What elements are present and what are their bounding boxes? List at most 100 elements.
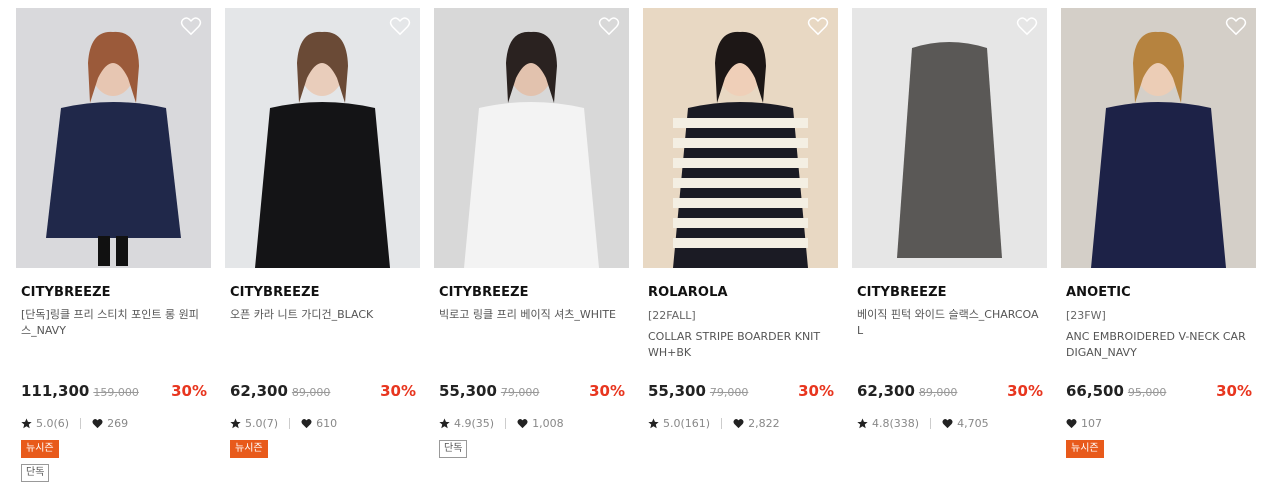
star-icon	[439, 417, 450, 428]
price-row: 66,500 95,000 30%	[1066, 382, 1252, 402]
product-name[interactable]: ANC EMBROIDERED V-NECK CARDIGAN_NAVY	[1066, 329, 1251, 361]
rating-score: 4.9(35)	[454, 416, 495, 430]
price-row: 62,300 89,000 30%	[857, 382, 1043, 402]
like-count: 1,008	[532, 416, 564, 430]
product-card[interactable]: CITYBREEZE 베이직 핀턱 와이드 슬랙스_CHARCOAL 62,300 8…	[852, 8, 1047, 430]
new-season-badge: 뉴시즌	[21, 440, 59, 458]
star-icon	[648, 417, 659, 428]
product-photo[interactable]	[16, 8, 211, 268]
discount-rate: 30%	[380, 382, 416, 400]
sale-price: 62,300	[857, 382, 915, 400]
review-like-row: 5.0(161) 2,822	[648, 416, 780, 430]
discount-rate: 30%	[1216, 382, 1252, 400]
badge-group: 뉴시즌	[1066, 440, 1104, 464]
review-like-row: 4.9(35) 1,008	[439, 416, 564, 430]
product-card[interactable]: ROLAROLA [22FALL] COLLAR STRIPE BOARDER KN…	[643, 8, 838, 430]
product-name[interactable]: 오픈 카라 니트 가디건_BLACK	[230, 307, 415, 323]
price-row: 111,300 159,000 30%	[21, 382, 207, 402]
divider	[80, 417, 82, 429]
price-row: 55,300 79,000 30%	[439, 382, 625, 402]
product-card[interactable]: CITYBREEZE 빅로고 링클 프리 베이직 셔츠_WHITE 55,300 79…	[434, 8, 629, 458]
price-row: 62,300 89,000 30%	[230, 382, 416, 402]
heart-filled-icon	[942, 418, 953, 428]
heart-filled-icon	[92, 418, 103, 428]
original-price: 79,000	[709, 386, 749, 399]
product-image[interactable]	[643, 8, 838, 268]
like-count: 4,705	[957, 416, 989, 430]
brand-name[interactable]: CITYBREEZE	[230, 284, 415, 301]
rating-score: 5.0(6)	[36, 416, 70, 430]
divider	[505, 417, 507, 429]
new-season-badge: 뉴시즌	[1066, 440, 1104, 458]
product-photo[interactable]	[852, 8, 1047, 268]
wishlist-heart-icon[interactable]	[1225, 16, 1247, 36]
brand-name[interactable]: CITYBREEZE	[439, 284, 624, 301]
product-name[interactable]: [단독]링클 프리 스티치 포인트 롱 원피스_NAVY	[21, 307, 206, 339]
star-icon	[230, 417, 241, 428]
product-image[interactable]	[16, 8, 211, 268]
product-card[interactable]: CITYBREEZE [단독]링클 프리 스티치 포인트 롱 원피스_NAVY 11…	[16, 8, 211, 482]
product-name[interactable]: COLLAR STRIPE BOARDER KNIT WH+BK	[648, 329, 833, 361]
product-photo[interactable]	[643, 8, 838, 268]
review-like-row: 107	[1066, 416, 1102, 430]
product-photo[interactable]	[1061, 8, 1256, 268]
product-card[interactable]: ANOETIC [23FW] ANC EMBROIDERED V-NECK CARD…	[1061, 8, 1256, 458]
review-like-row: 4.8(338) 4,705	[857, 416, 989, 430]
product-image[interactable]	[434, 8, 629, 268]
product-season-tag: [23FW]	[1066, 309, 1106, 322]
exclusive-badge: 단독	[439, 440, 468, 458]
badge-group: 단독	[439, 440, 468, 464]
star-icon	[21, 417, 32, 428]
review-like-row: 5.0(6) 269	[21, 416, 128, 430]
wishlist-heart-icon[interactable]	[180, 16, 202, 36]
brand-name[interactable]: ANOETIC	[1066, 284, 1251, 301]
heart-filled-icon	[301, 418, 312, 428]
original-price: 159,000	[93, 386, 139, 399]
brand-name[interactable]: CITYBREEZE	[21, 284, 206, 301]
price-row: 55,300 79,000 30%	[648, 382, 834, 402]
brand-name[interactable]: CITYBREEZE	[857, 284, 1042, 301]
sale-price: 66,500	[1066, 382, 1124, 400]
exclusive-badge: 단독	[21, 464, 50, 482]
heart-filled-icon	[1066, 418, 1077, 428]
divider	[721, 417, 723, 429]
wishlist-heart-icon[interactable]	[1016, 16, 1038, 36]
like-count: 107	[1081, 416, 1102, 430]
divider	[289, 417, 291, 429]
product-name[interactable]: 빅로고 링클 프리 베이직 셔츠_WHITE	[439, 307, 624, 323]
discount-rate: 30%	[171, 382, 207, 400]
like-count: 610	[316, 416, 338, 430]
sale-price: 111,300	[21, 382, 90, 400]
rating-score: 5.0(161)	[663, 416, 711, 430]
product-name[interactable]: 베이직 핀턱 와이드 슬랙스_CHARCOAL	[857, 307, 1042, 339]
like-count: 2,822	[748, 416, 780, 430]
divider	[930, 417, 932, 429]
discount-rate: 30%	[1007, 382, 1043, 400]
product-image[interactable]	[225, 8, 420, 268]
product-photo[interactable]	[434, 8, 629, 268]
product-image[interactable]	[852, 8, 1047, 268]
rating-score: 5.0(7)	[245, 416, 279, 430]
review-like-row: 5.0(7) 610	[230, 416, 337, 430]
original-price: 95,000	[1127, 386, 1167, 399]
sale-price: 55,300	[439, 382, 497, 400]
product-image[interactable]	[1061, 8, 1256, 268]
wishlist-heart-icon[interactable]	[598, 16, 620, 36]
badge-group: 뉴시즌단독	[21, 440, 59, 488]
heart-filled-icon	[733, 418, 744, 428]
sale-price: 55,300	[648, 382, 706, 400]
original-price: 89,000	[918, 386, 958, 399]
badge-group: 뉴시즌	[230, 440, 268, 464]
sale-price: 62,300	[230, 382, 288, 400]
discount-rate: 30%	[589, 382, 625, 400]
original-price: 89,000	[291, 386, 331, 399]
product-season-tag: [22FALL]	[648, 309, 696, 322]
brand-name[interactable]: ROLAROLA	[648, 284, 833, 301]
original-price: 79,000	[500, 386, 540, 399]
star-icon	[857, 417, 868, 428]
product-photo[interactable]	[225, 8, 420, 268]
wishlist-heart-icon[interactable]	[389, 16, 411, 36]
wishlist-heart-icon[interactable]	[807, 16, 829, 36]
rating-score: 4.8(338)	[872, 416, 920, 430]
product-card[interactable]: CITYBREEZE 오픈 카라 니트 가디건_BLACK 62,300 89,000…	[225, 8, 420, 458]
